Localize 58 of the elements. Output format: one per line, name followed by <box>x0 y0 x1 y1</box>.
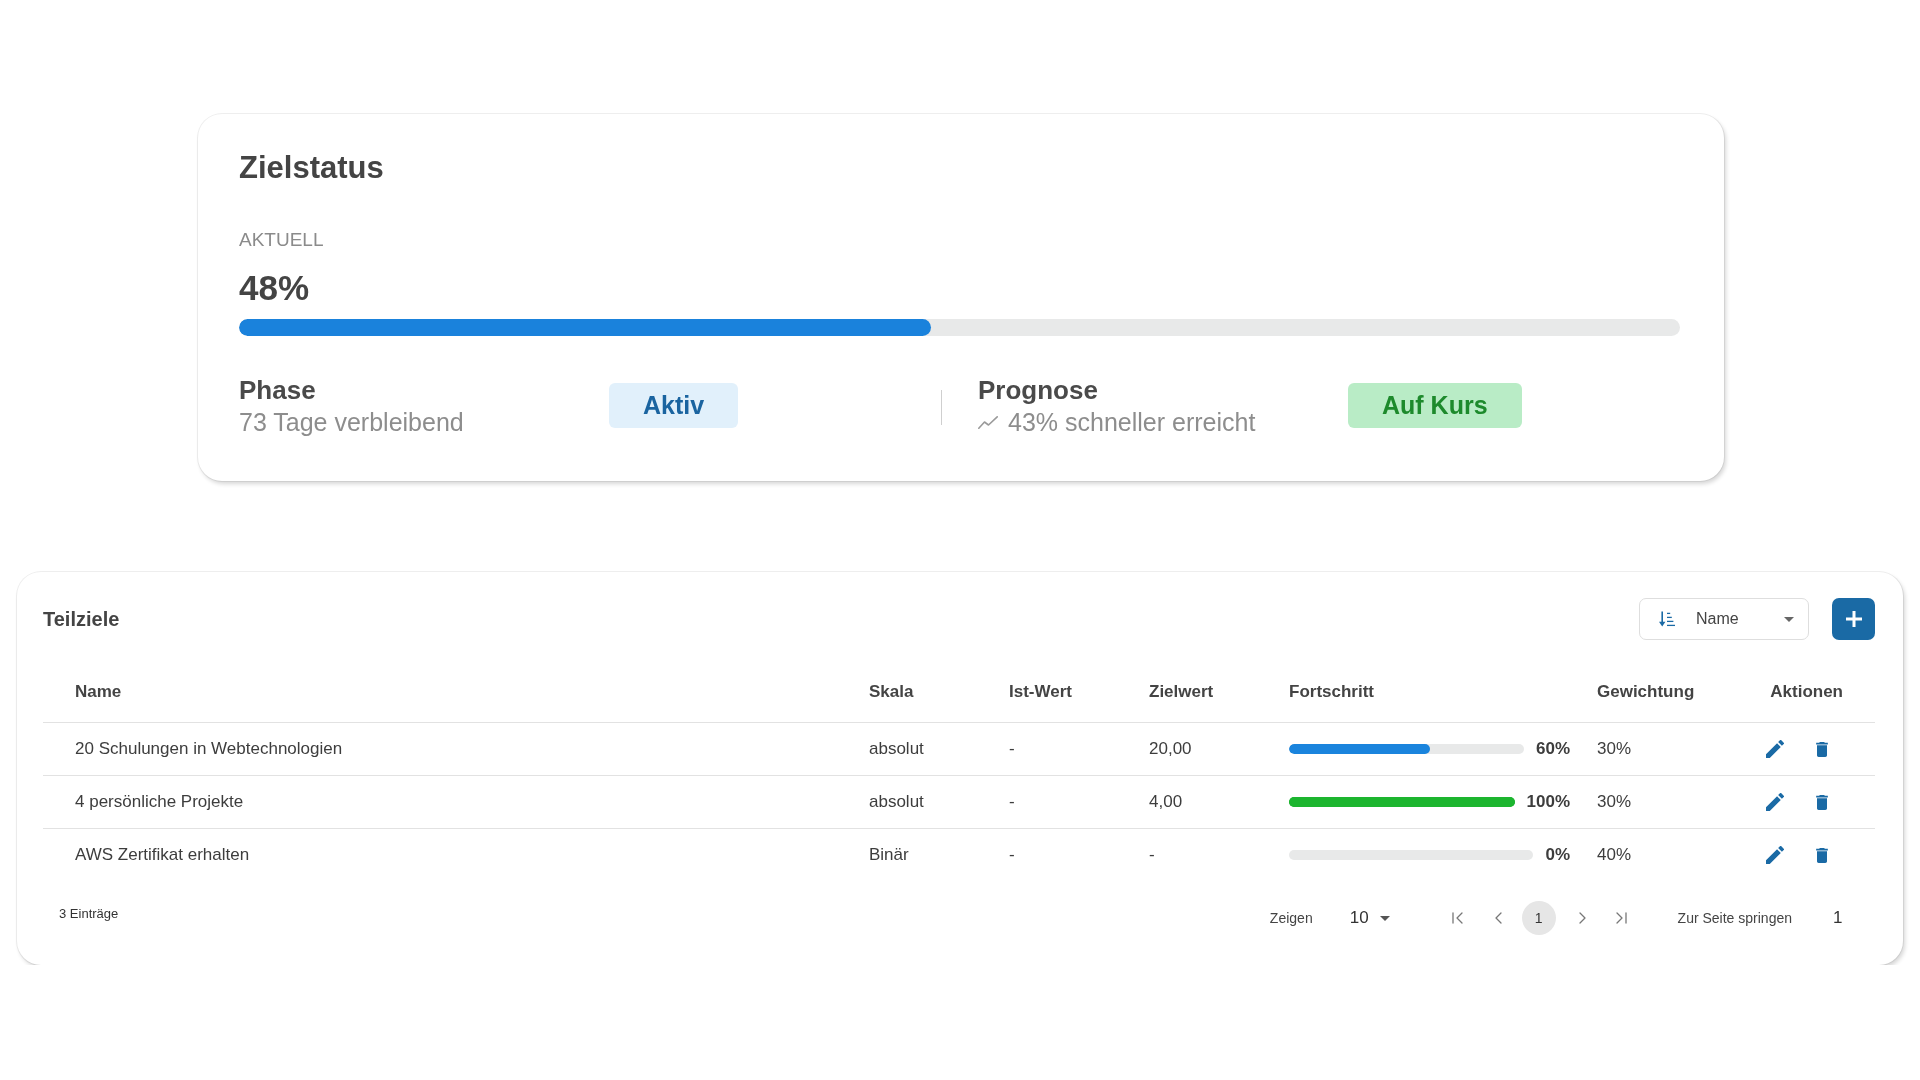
page-jump-field[interactable]: 1 <box>1833 908 1849 928</box>
table-cell: 30% <box>1597 792 1632 812</box>
progress-reading: 100% <box>1526 792 1570 812</box>
table-cell: absolut <box>869 739 924 759</box>
table-cell: 4,00 <box>1149 792 1183 812</box>
trash-icon[interactable] <box>1816 794 1828 810</box>
current-label: AKTUELL <box>239 229 324 251</box>
sort-dropdown[interactable]: Name <box>1639 598 1809 640</box>
column-header: Aktionen <box>1770 682 1843 702</box>
status-badge: Auf Kurs <box>1348 383 1522 428</box>
sort-icon <box>1659 611 1675 627</box>
table-cell: - <box>1009 792 1015 812</box>
table-cell: 20 Schulungen in Webtechnologien <box>75 739 343 759</box>
caret-icon <box>1784 616 1794 622</box>
trash-icon[interactable] <box>1816 847 1828 863</box>
card-title: Zielstatus <box>239 150 384 186</box>
table-cell: Binär <box>869 845 909 865</box>
last-page-icon[interactable] <box>1614 912 1627 924</box>
detail-text: 43% schneller erreicht <box>1008 408 1256 436</box>
add-button[interactable] <box>1832 598 1875 640</box>
plus-icon <box>1845 611 1862 627</box>
chevron-left-icon[interactable] <box>1494 912 1502 924</box>
table-cell: AWS Zertifikat erhalten <box>75 845 250 865</box>
table-cell: 20,00 <box>1149 739 1192 759</box>
detail-text: 73 Tage verbleibend <box>239 408 464 436</box>
status-badge: Aktiv <box>609 383 739 428</box>
first-page-icon[interactable] <box>1451 912 1464 924</box>
pencil-icon[interactable] <box>1766 740 1784 758</box>
table-cell: absolut <box>869 792 924 812</box>
page-size-select[interactable]: 10 <box>1349 908 1390 928</box>
trash-icon[interactable] <box>1816 741 1828 757</box>
table-cell: 40% <box>1597 845 1632 865</box>
column-header: Ist-Wert <box>1009 682 1072 702</box>
table-cell: - <box>1009 845 1015 865</box>
column-header: Skala <box>869 682 914 702</box>
column-header: Zielwert <box>1149 682 1214 702</box>
page-size-label: Zeigen <box>1269 910 1313 926</box>
progress-reading: 60% <box>1535 739 1570 759</box>
page-button[interactable]: 1 <box>1521 901 1556 935</box>
trending-up-icon <box>978 415 998 429</box>
caret-icon <box>1379 915 1390 921</box>
table-cell: - <box>1149 845 1155 865</box>
table-cell: 4 persönliche Projekte <box>75 792 244 812</box>
column-header: Gewichtung <box>1597 682 1695 702</box>
table-cell: - <box>1009 739 1015 759</box>
section-label: Phase <box>239 375 316 405</box>
column-header: Name <box>75 682 122 702</box>
table-cell: 30% <box>1597 739 1632 759</box>
current-value: 48% <box>239 268 310 308</box>
progress-reading: 0% <box>1545 845 1570 865</box>
section-label: Prognose <box>978 375 1098 405</box>
pencil-icon[interactable] <box>1766 846 1784 864</box>
card-title: Teilziele <box>43 607 120 631</box>
pencil-icon[interactable] <box>1766 793 1784 811</box>
page-jump-label: Zur Seite springen <box>1677 910 1792 926</box>
chevron-right-icon[interactable] <box>1578 912 1586 924</box>
column-header: Fortschritt <box>1289 682 1374 702</box>
entry-count: 3 Einträge <box>59 906 119 921</box>
